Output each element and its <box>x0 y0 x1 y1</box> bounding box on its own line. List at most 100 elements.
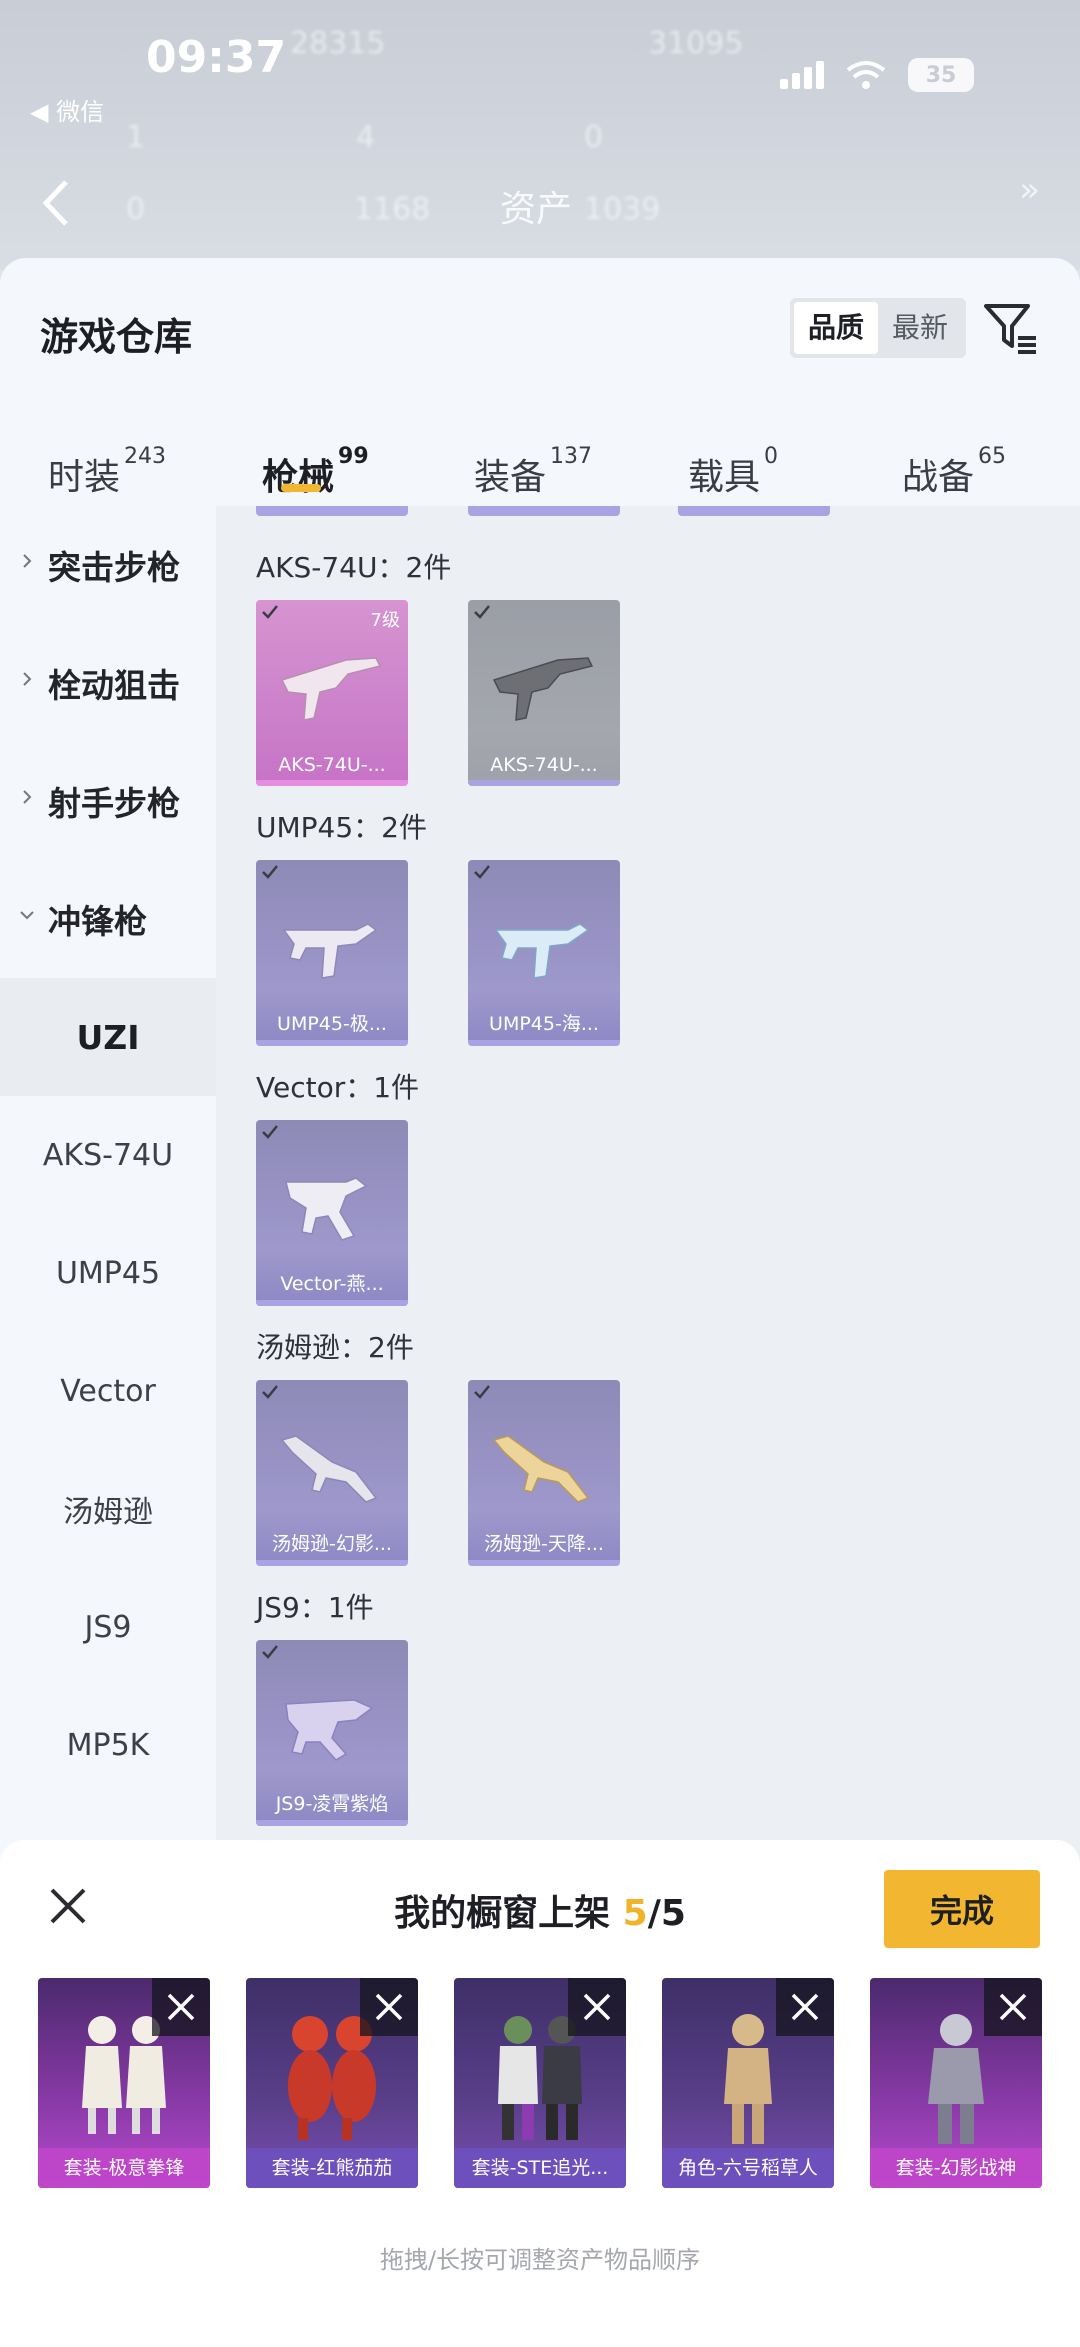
remove-item-button[interactable] <box>776 1978 834 2036</box>
subitem-vector[interactable]: Vector <box>0 1332 216 1450</box>
group-label: 栓动狙击 <box>48 666 180 705</box>
tab-count: 0 <box>764 444 779 469</box>
weapon-card[interactable]: AKS-74U-... <box>468 600 620 786</box>
tab-vehicles[interactable]: 载具0 <box>688 444 778 500</box>
sort-quality-button[interactable]: 品质 <box>794 302 879 354</box>
chevron-right-icon <box>23 672 32 686</box>
done-button[interactable]: 完成 <box>884 1870 1040 1948</box>
showcase-item[interactable]: 套装-极意拳锋 <box>38 1978 210 2188</box>
showcase-item-label: 套装-极意拳锋 <box>38 2148 210 2188</box>
check-icon <box>474 605 490 619</box>
card-stub <box>468 506 620 516</box>
sort-toggle: 品质 最新 <box>790 298 967 358</box>
chevron-right-icon <box>23 554 32 568</box>
weapon-card[interactable]: UMP45-极... <box>256 860 408 1046</box>
subitem-uzi[interactable]: UZI <box>0 978 216 1096</box>
tab-combat-gear[interactable]: 战备65 <box>902 444 1006 500</box>
gun-image <box>494 923 590 979</box>
weapon-card[interactable]: UMP45-海... <box>468 860 620 1046</box>
showcase-panel: 我的橱窗上架 5/5 完成 套装-极意拳锋 套装-红熊茄茄 套装-STE追光..… <box>0 1840 1080 2347</box>
card-stub <box>256 506 408 516</box>
close-icon <box>167 1993 195 2021</box>
active-tab-indicator <box>281 484 321 492</box>
close-icon <box>583 1993 611 2021</box>
ghost-stat: 1 <box>126 120 146 155</box>
group-label: 冲锋枪 <box>48 902 147 941</box>
category-tabs: 时装243 枪械99 装备137 载具0 战备65 <box>0 424 1080 504</box>
card-name: UMP45-极... <box>277 1013 387 1035</box>
showcase-item-label: 套装-幻影战神 <box>870 2148 1042 2188</box>
tab-fashion[interactable]: 时装243 <box>48 444 166 500</box>
section-label: JS9：1件 <box>256 1591 374 1624</box>
rarity-bar <box>256 1300 408 1306</box>
weapon-card[interactable]: 汤姆逊-天降... <box>468 1380 620 1566</box>
sort-latest-button[interactable]: 最新 <box>878 302 962 354</box>
section-label: AKS-74U：2件 <box>256 551 452 584</box>
battery-indicator: 35 <box>908 58 974 92</box>
remove-item-button[interactable] <box>152 1978 210 2036</box>
tab-count: 99 <box>338 444 369 469</box>
level-badge: 7级 <box>370 610 400 631</box>
gun-image <box>282 923 378 979</box>
remove-item-button[interactable] <box>568 1978 626 2036</box>
showcase-item[interactable]: 套装-幻影战神 <box>870 1978 1042 2188</box>
subitem-thompson[interactable]: 汤姆逊 <box>0 1450 216 1568</box>
check-icon <box>262 1645 278 1659</box>
tab-label: 时装 <box>48 457 121 498</box>
rarity-bar <box>468 1560 620 1566</box>
section-label: Vector：1件 <box>256 1071 420 1104</box>
card-name: JS9-凌霄紫焰 <box>275 1793 389 1815</box>
reorder-hint: 拖拽/长按可调整资产物品顺序 <box>379 2246 701 2274</box>
showcase-item[interactable]: 套装-红熊茄茄 <box>246 1978 418 2188</box>
rarity-bar <box>256 1560 408 1566</box>
ghost-stat: 31095 <box>648 26 744 61</box>
remove-item-button[interactable] <box>984 1978 1042 2036</box>
filter-icon[interactable] <box>982 300 1040 356</box>
group-label: 突击步枪 <box>48 548 180 587</box>
nav-title: 资产 <box>500 189 573 230</box>
chevron-down-icon <box>20 911 34 920</box>
rarity-bar <box>468 780 620 786</box>
showcase-item[interactable]: 角色-六号稻草人 <box>662 1978 834 2188</box>
card-name: 汤姆逊-天降... <box>484 1533 604 1555</box>
weapon-card[interactable]: 汤姆逊-幻影... <box>256 1380 408 1566</box>
double-chevron-icon: » <box>1019 170 1040 210</box>
rarity-bar <box>256 780 408 786</box>
back-arrow-icon[interactable] <box>36 178 76 228</box>
weapon-card[interactable]: Vector-燕... <box>256 1120 408 1306</box>
ghost-stat: 4 <box>356 120 376 155</box>
card-name: UMP45-海... <box>489 1013 599 1035</box>
card-name: AKS-74U-... <box>278 754 386 776</box>
subitem-js9[interactable]: JS9 <box>0 1568 216 1686</box>
nav-bar: 资产 » <box>0 170 1080 240</box>
gun-image <box>492 657 594 721</box>
ghost-stat: 0 <box>584 120 604 155</box>
wifi-icon <box>846 60 886 90</box>
subitem-mp5k[interactable]: MP5K <box>0 1686 216 1804</box>
showcase-title-text: 我的橱窗上架 <box>394 1893 623 1934</box>
sheet-header: 游戏仓库 品质 最新 时装243 枪械99 装备137 载具0 战备65 <box>0 258 1080 506</box>
check-icon <box>262 605 278 619</box>
tab-equipment[interactable]: 装备137 <box>474 444 592 500</box>
status-icons: 35 <box>780 58 974 92</box>
rarity-bar <box>468 1040 620 1046</box>
group-smg[interactable]: 冲锋枪 <box>0 860 216 978</box>
status-back-app[interactable]: ◀ 微信 <box>30 92 104 127</box>
chevron-right-icon <box>23 790 32 804</box>
tab-count: 65 <box>978 444 1007 469</box>
card-name: 汤姆逊-幻影... <box>272 1533 392 1555</box>
subitem-aks74u[interactable]: AKS-74U <box>0 1096 216 1214</box>
subitem-ump45[interactable]: UMP45 <box>0 1214 216 1332</box>
weapon-card[interactable]: 7级 AKS-74U-... <box>256 600 408 786</box>
tab-count: 243 <box>124 444 167 469</box>
showcase-item[interactable]: 套装-STE追光... <box>454 1978 626 2188</box>
weapon-card[interactable]: JS9-凌霄紫焰 <box>256 1640 408 1826</box>
rarity-bar <box>256 1820 408 1826</box>
group-assault-rifle[interactable]: 突击步枪 <box>0 506 216 624</box>
sheet-title: 游戏仓库 <box>40 315 193 359</box>
group-bolt-sniper[interactable]: 栓动狙击 <box>0 624 216 742</box>
card-name: Vector-燕... <box>280 1273 384 1295</box>
remove-item-button[interactable] <box>360 1978 418 2036</box>
group-marksman-rifle[interactable]: 射手步枪 <box>0 742 216 860</box>
tab-guns[interactable]: 枪械99 <box>262 444 369 500</box>
